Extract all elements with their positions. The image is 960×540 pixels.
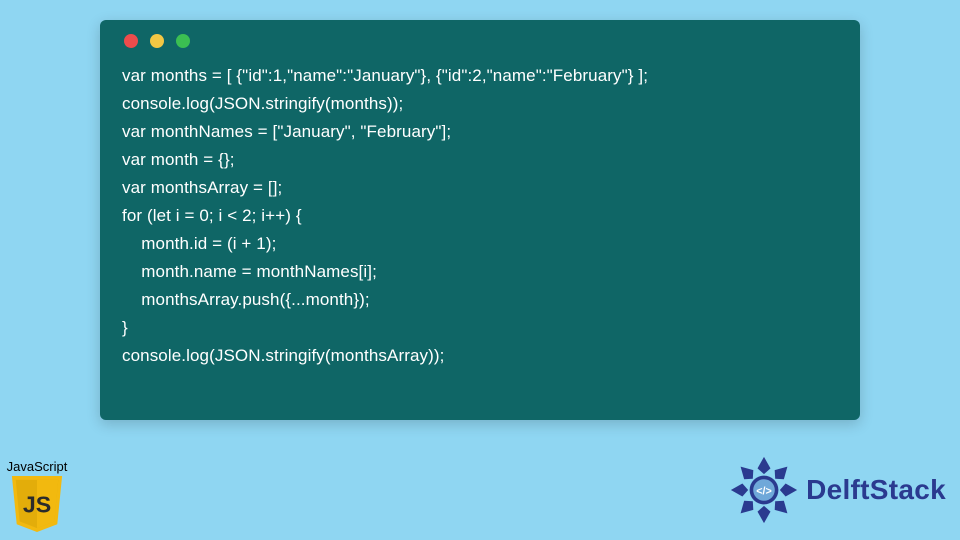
- minimize-dot-icon: [150, 34, 164, 48]
- delftstack-brand: </> DelftStack: [728, 454, 946, 526]
- delftstack-logo-icon: </>: [728, 454, 800, 526]
- delftstack-name: DelftStack: [806, 474, 946, 506]
- javascript-badge: JavaScript JS: [2, 459, 72, 532]
- js-letters: JS: [23, 492, 51, 518]
- window-dots: [122, 34, 838, 48]
- code-window: var months = [ {"id":1,"name":"January"}…: [100, 20, 860, 420]
- javascript-label: JavaScript: [2, 459, 72, 474]
- close-dot-icon: [124, 34, 138, 48]
- maximize-dot-icon: [176, 34, 190, 48]
- javascript-logo-icon: JS: [11, 476, 63, 532]
- code-block: var months = [ {"id":1,"name":"January"}…: [122, 62, 838, 370]
- svg-text:</>: </>: [756, 485, 772, 497]
